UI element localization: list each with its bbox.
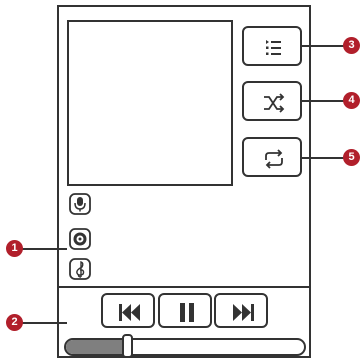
- treble-clef-icon: [69, 258, 91, 280]
- album-art-placeholder: [67, 20, 233, 186]
- callout-4-badge: 4: [343, 92, 360, 109]
- callout-1-line: [22, 248, 67, 250]
- next-track-button[interactable]: [214, 293, 268, 328]
- callout-5-badge: 5: [343, 149, 360, 166]
- callout-3-badge: 3: [343, 37, 360, 54]
- repeat-button[interactable]: [242, 137, 302, 177]
- previous-track-button[interactable]: [101, 293, 155, 328]
- callout-4-line: [302, 100, 345, 102]
- progress-slider-thumb[interactable]: [122, 334, 134, 358]
- repeat-icon: [265, 149, 283, 169]
- progress-slider-track[interactable]: [64, 338, 306, 356]
- shuffle-icon: [264, 93, 285, 113]
- callout-5-line: [302, 157, 345, 159]
- previous-track-icon: [119, 304, 140, 321]
- record-icon: [69, 228, 91, 250]
- callout-1-badge: 1: [6, 240, 23, 257]
- playlist-button[interactable]: [242, 26, 302, 66]
- callout-2-line: [22, 322, 67, 324]
- microphone-icon: [69, 193, 91, 215]
- playlist-icon: [266, 40, 281, 55]
- next-track-icon: [233, 304, 254, 321]
- pause-icon: [180, 303, 194, 322]
- callout-2-badge: 2: [6, 314, 23, 331]
- progress-fill: [66, 340, 125, 354]
- callout-3-line: [302, 45, 345, 47]
- pause-button[interactable]: [158, 293, 212, 328]
- shuffle-button[interactable]: [242, 81, 302, 121]
- controls-divider: [57, 286, 311, 288]
- music-player-diagram: 1 2 3 4 5: [0, 0, 361, 363]
